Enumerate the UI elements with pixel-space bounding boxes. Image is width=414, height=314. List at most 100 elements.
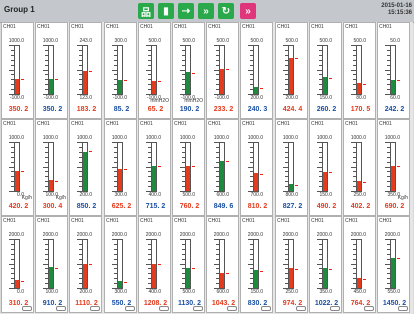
scale-max: 2000.0	[42, 232, 58, 238]
unit-label: mmH2O	[150, 98, 169, 104]
channel-cell[interactable]: CH01 1000.0 100.0 Kg/h 300. 4	[35, 119, 68, 216]
channel-cell[interactable]: CH01 2000.0 400.0 1208. 2	[138, 216, 171, 313]
alarm-marker	[295, 269, 298, 270]
channel-cell[interactable]: CH01 1000.0 300.0 625. 2	[104, 119, 137, 216]
forward-icon[interactable]: »	[198, 3, 214, 19]
channel-cell[interactable]: CH01 500.0 80.0 170. 5	[343, 22, 376, 119]
scale-max: 500.0	[182, 38, 195, 44]
scale-min: 550.0	[387, 289, 400, 295]
channel-cell[interactable]: CH01 500.0 200.0 424. 4	[275, 22, 308, 119]
alarm-marker	[55, 79, 58, 80]
bar-tube	[185, 45, 191, 95]
bar-fill	[357, 278, 361, 288]
scale-max: 1000.0	[282, 135, 298, 141]
bar-fill	[391, 166, 395, 191]
channel-cell[interactable]: CH01 1000.0 700.0 810. 2	[240, 119, 273, 216]
unit-label: Kg/h	[21, 195, 32, 201]
channel-name: CH01	[3, 121, 16, 127]
alarm-marker	[21, 171, 24, 172]
channel-cell[interactable]: CH01 2000.0 300.0 550. 2	[104, 216, 137, 313]
channel-cell[interactable]: CH01 2000.0 600.0 1043. 2	[206, 216, 239, 313]
unit-label: Kg/h	[397, 195, 408, 201]
scale-min: 100.0	[45, 289, 58, 295]
channel-cell[interactable]: CH01 1000.0 -100.0 350. 2	[35, 22, 68, 119]
channel-cell[interactable]: CH01 50.0 60.0 242. 2	[377, 22, 410, 119]
bar-fill	[323, 171, 327, 191]
channel-cell[interactable]: CH01 2000.0 100.0 910. 2	[35, 216, 68, 313]
scale-max: 50.0	[390, 38, 400, 44]
scale-min: 123.0	[79, 95, 92, 101]
scale-min: 150.0	[250, 289, 263, 295]
bar-gauge	[77, 142, 92, 192]
alarm-marker	[55, 181, 58, 182]
channel-cell[interactable]: CH01 1000.0 250.0 402. 2	[343, 119, 376, 216]
scale-max: 1000.0	[316, 135, 332, 141]
alarm-marker	[55, 268, 58, 269]
bar-gauge	[317, 45, 332, 95]
channel-cell[interactable]: CH01 2000.0 150.0 830. 2	[240, 216, 273, 313]
alarm-status-icon	[22, 306, 32, 311]
channel-name: CH01	[277, 121, 290, 127]
scale-max: 500.0	[353, 38, 366, 44]
channel-cell[interactable]: CH01 2000.0 450.0 764. 2	[343, 216, 376, 313]
scale-min: 0.0	[17, 192, 24, 198]
scale-min: 200.0	[250, 95, 263, 101]
channel-name: CH01	[345, 24, 358, 30]
alarm-marker	[158, 264, 161, 265]
bar-fill	[83, 70, 87, 94]
channel-cell[interactable]: CH01 500.0 -100.0 233. 2	[206, 22, 239, 119]
channel-cell[interactable]: CH01 2000.0 200.0 1110. 2	[69, 216, 102, 313]
channel-cell[interactable]: CH01 1000.0 200.0 850. 2	[69, 119, 102, 216]
alarm-status-icon	[125, 306, 135, 311]
channel-cell[interactable]: CH01 2000.0 550.0 1450. 2	[377, 216, 410, 313]
bar-gauge	[146, 239, 161, 289]
channel-name: CH01	[37, 121, 50, 127]
channel-name: CH01	[37, 24, 50, 30]
channel-reading: 65. 2	[147, 106, 164, 113]
channel-cell[interactable]: CH01 1000.0 -100.0 350. 2	[1, 22, 34, 119]
network-icon[interactable]: 品	[138, 3, 154, 19]
scale-max: 1000.0	[42, 135, 58, 141]
bar-fill	[186, 166, 190, 191]
alarm-marker	[329, 269, 332, 270]
channel-cell[interactable]: CH01 2000.0 250.0 974. 2	[275, 216, 308, 313]
channel-cell[interactable]: CH01 300.0 -100.0 85. 2	[104, 22, 137, 119]
channel-cell[interactable]: CH01 1000.0 350.0 Kg/h 690. 2	[377, 119, 410, 216]
scale-max: 500.0	[285, 38, 298, 44]
bar-fill	[186, 267, 190, 288]
channel-cell[interactable]: CH01 500.0 150.0 260. 2	[309, 22, 342, 119]
channel-cell[interactable]: CH01 1000.0 150.0 490. 2	[309, 119, 342, 216]
scale-min: -100.0	[214, 95, 229, 101]
bar-gauge	[43, 142, 58, 192]
channel-cell[interactable]: CH01 243.0 123.0 183. 2	[69, 22, 102, 119]
bar-gauge	[9, 239, 24, 289]
channel-reading: 850. 2	[76, 203, 97, 210]
group-title[interactable]: Group 1	[4, 5, 35, 14]
refresh-icon[interactable]: ↻	[218, 3, 234, 19]
channel-reading: 242. 2	[384, 106, 405, 113]
scale-min: 200.0	[79, 289, 92, 295]
channel-cell[interactable]: CH01 500.0 -100.0 mmH2O 65. 2	[138, 22, 171, 119]
channel-cell[interactable]: CH01 1000.0 800.0 827. 2	[275, 119, 308, 216]
bar-gauge	[77, 239, 92, 289]
bar-tube	[82, 45, 88, 95]
unit-label: mmH2O	[184, 98, 203, 104]
bar-tube	[356, 45, 362, 95]
channel-cell[interactable]: CH01 500.0 -100.0 mmH2O 190. 2	[172, 22, 205, 119]
channel-cell[interactable]: CH01 2000.0 350.0 1022. 2	[309, 216, 342, 313]
pink-forward-icon[interactable]: »	[240, 3, 256, 19]
channel-cell[interactable]: CH01 1000.0 600.0 849. 6	[206, 119, 239, 216]
route-icon[interactable]: ⇢	[178, 3, 194, 19]
channel-cell[interactable]: CH01 2000.0 500.0 1130. 2	[172, 216, 205, 313]
channel-name: CH01	[311, 121, 324, 127]
channel-cell[interactable]: CH01 1000.0 500.0 760. 2	[172, 119, 205, 216]
bar-gauge	[351, 239, 366, 289]
channel-cell[interactable]: CH01 500.0 200.0 240. 3	[240, 22, 273, 119]
channel-cell[interactable]: CH01 2000.0 0.0 310. 2	[1, 216, 34, 313]
alarm-marker	[192, 73, 195, 74]
time-text: 15:15:36	[387, 10, 412, 16]
bar-fill	[152, 166, 156, 191]
channel-cell[interactable]: CH01 1000.0 400.0 715. 2	[138, 119, 171, 216]
channel-cell[interactable]: CH01 1000.0 0.0 Kg/h 420. 2	[1, 119, 34, 216]
save-icon[interactable]: ▮	[158, 3, 174, 19]
